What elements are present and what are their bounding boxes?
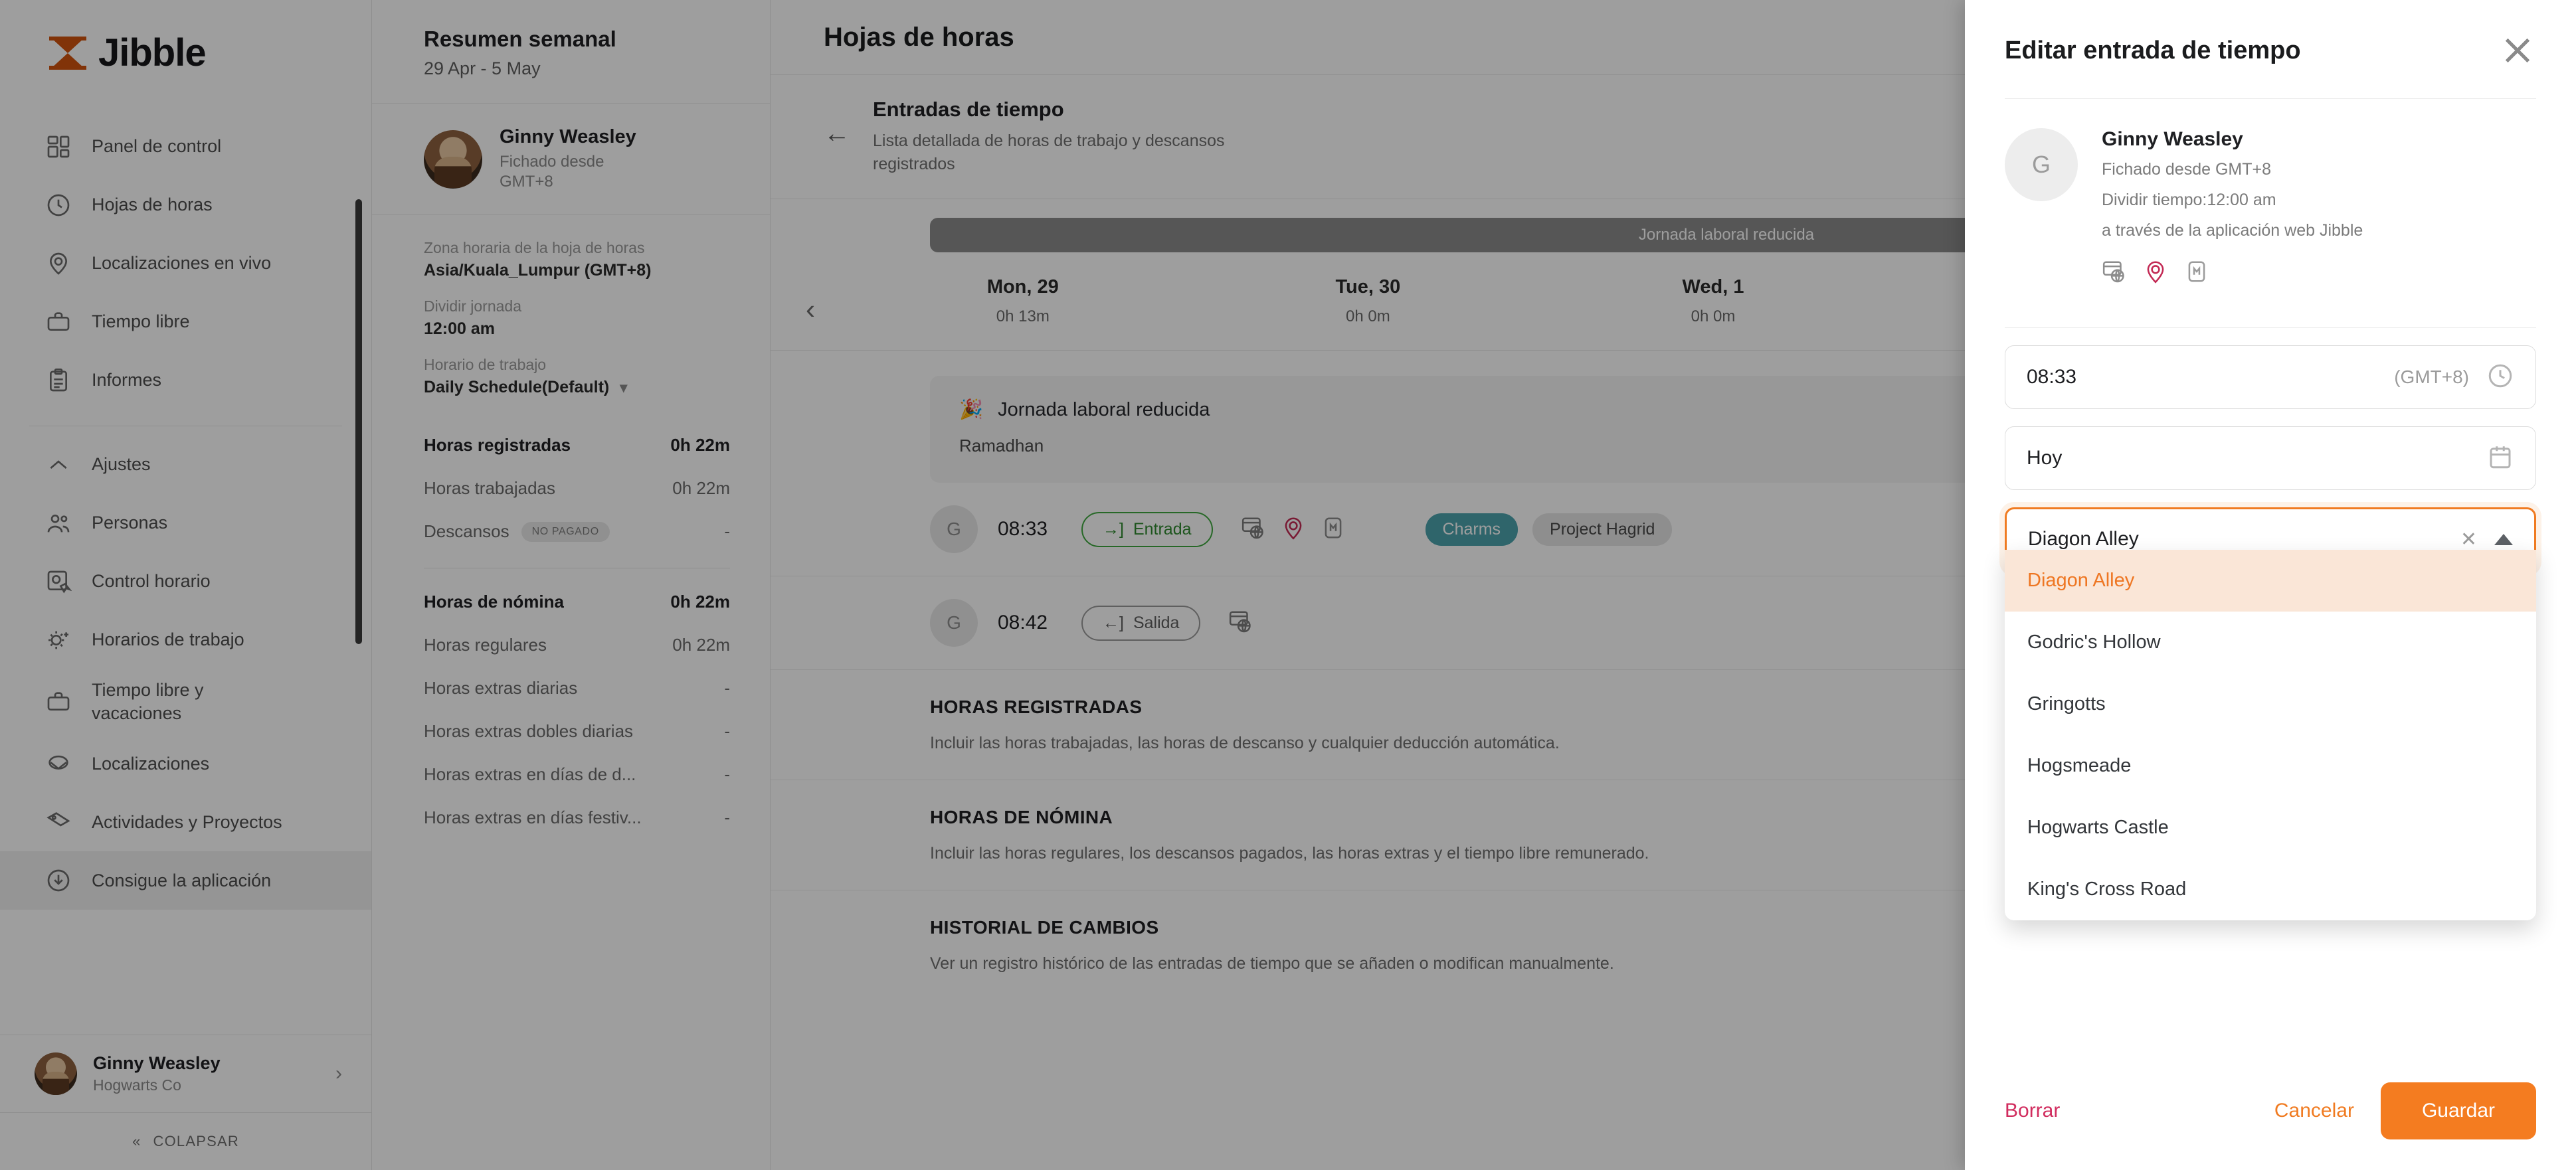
web-app-icon [2102, 259, 2127, 288]
caret-up-icon[interactable] [2494, 533, 2513, 545]
list-item[interactable]: King's Cross Road [2005, 859, 2536, 920]
owner-name: Ginny Weasley [2102, 128, 2243, 150]
location-value: Diagon Alley [2028, 528, 2139, 550]
entry-owner-block: G Ginny Weasley Fichado desde GMT+8 Divi… [2005, 99, 2536, 288]
location-dropdown-list: Diagon Alley Godric's Hollow Gringotts H… [2005, 550, 2536, 920]
panel-footer: Borrar Cancelar Guardar [1965, 1082, 2576, 1170]
panel-body: G Ginny Weasley Fichado desde GMT+8 Divi… [1965, 69, 2576, 1082]
time-input-right: (GMT+8) [2394, 362, 2514, 393]
list-item[interactable]: Diagon Alley [2005, 550, 2536, 612]
date-input-right [2486, 443, 2514, 474]
calendar-icon[interactable] [2486, 443, 2514, 474]
timezone-label: (GMT+8) [2394, 367, 2469, 388]
mobile-m-icon [2184, 259, 2209, 288]
avatar: G [2005, 128, 2078, 201]
panel-header: Editar entrada de tiempo [1965, 0, 2576, 69]
save-button[interactable]: Guardar [2380, 1082, 2536, 1139]
owner-line-2: Dividir tiempo:12:00 am [2102, 190, 2276, 209]
owner-line-1: Fichado desde GMT+8 [2102, 160, 2271, 179]
time-input[interactable]: 08:33 (GMT+8) [2005, 345, 2536, 410]
delete-button[interactable]: Borrar [2005, 1100, 2060, 1122]
date-input[interactable]: Hoy [2005, 426, 2536, 491]
location-pin-icon [2143, 259, 2168, 288]
clear-icon[interactable]: ✕ [2460, 528, 2477, 551]
list-item[interactable]: Godric's Hollow [2005, 612, 2536, 673]
modal-overlay[interactable] [0, 0, 1965, 1170]
list-item[interactable]: Gringotts [2005, 673, 2536, 735]
clock-icon[interactable] [2486, 362, 2514, 393]
close-icon[interactable] [2499, 32, 2536, 69]
panel-title: Editar entrada de tiempo [2005, 36, 2301, 64]
location-select-right: ✕ [2460, 528, 2513, 551]
edit-time-entry-panel: Editar entrada de tiempo G Ginny Weasley… [1965, 0, 2576, 1170]
list-item[interactable]: Hogsmeade [2005, 735, 2536, 797]
list-item[interactable]: Hogwarts Castle [2005, 797, 2536, 859]
time-value: 08:33 [2027, 366, 2077, 388]
panel-divider-2 [2005, 327, 2536, 329]
owner-line-3: a través de la aplicación web Jibble [2102, 220, 2363, 240]
owner-source-icons [2102, 259, 2363, 288]
cancel-button[interactable]: Cancelar [2274, 1100, 2354, 1122]
date-value: Hoy [2027, 447, 2063, 469]
